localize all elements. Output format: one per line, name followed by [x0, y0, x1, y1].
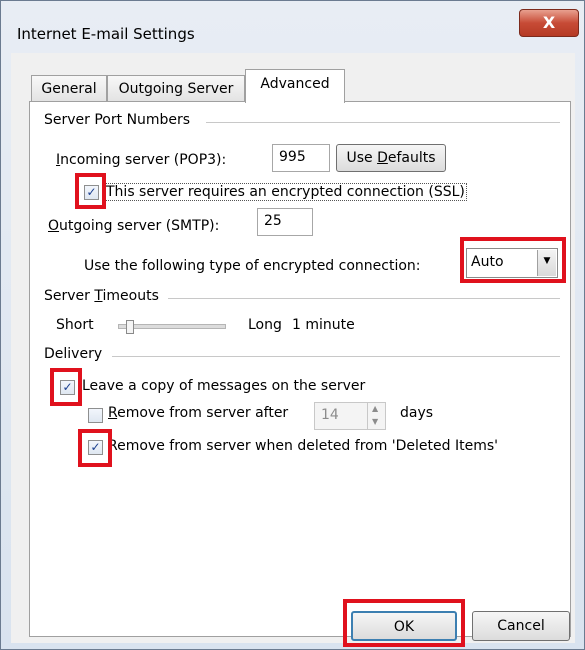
close-icon: X: [542, 13, 556, 32]
server-port-numbers-heading: Server Port Numbers: [44, 112, 191, 128]
remove-after-label[interactable]: Remove from server after: [108, 405, 288, 421]
server-timeouts-heading: Server Timeouts: [44, 288, 159, 304]
dialog-body: General Outgoing Server Advanced Server …: [11, 53, 575, 647]
close-button[interactable]: X: [519, 9, 579, 37]
leave-copy-highlight: [50, 368, 82, 406]
divider: [112, 356, 560, 357]
encryption-type-label: Use the following type of encrypted conn…: [84, 258, 421, 274]
tab-outgoing-server[interactable]: Outgoing Server: [107, 75, 245, 101]
timeout-slider-thumb[interactable]: [126, 320, 134, 334]
remove-deleted-label[interactable]: Remove from server when deleted from 'De…: [108, 438, 498, 454]
ssl-highlight: [75, 173, 106, 209]
remove-after-checkbox[interactable]: [88, 408, 103, 423]
days-spinner[interactable]: ▲ ▼: [367, 402, 386, 430]
window-title: Internet E-mail Settings: [17, 25, 195, 43]
advanced-panel: Server Port Numbers Incoming server (POP…: [29, 101, 571, 637]
delivery-heading: Delivery: [44, 346, 103, 362]
tab-advanced[interactable]: Advanced: [245, 69, 345, 103]
spin-down-icon[interactable]: ▼: [372, 417, 378, 426]
timeout-value: 1 minute: [292, 317, 355, 333]
ok-highlight: [343, 599, 465, 647]
incoming-server-label-text: ncoming server (POP3):: [60, 152, 227, 168]
use-defaults-button[interactable]: Use Defaults: [336, 144, 446, 172]
internet-email-settings-dialog: Internet E-mail Settings X General Outgo…: [0, 0, 585, 650]
title-bar: Internet E-mail Settings X: [1, 1, 585, 55]
spin-up-icon[interactable]: ▲: [372, 404, 378, 413]
timeout-long-label: Long: [248, 317, 282, 333]
days-unit-label: days: [400, 405, 434, 421]
remove-deleted-highlight: [78, 429, 112, 467]
timeout-slider-track[interactable]: [118, 324, 226, 329]
incoming-port-input[interactable]: 995: [272, 144, 330, 172]
remove-after-days-value: 14: [321, 407, 339, 423]
incoming-server-label: Incoming server (POP3):: [56, 152, 227, 168]
divider: [206, 122, 560, 123]
divider: [168, 298, 560, 299]
cancel-button[interactable]: Cancel: [472, 611, 570, 641]
outgoing-port-input[interactable]: 25: [257, 208, 313, 236]
timeout-short-label: Short: [56, 317, 94, 333]
ssl-checkbox-label[interactable]: This server requires an encrypted connec…: [104, 183, 467, 201]
outgoing-server-label: Outgoing server (SMTP):: [48, 218, 220, 234]
encryption-highlight: [460, 237, 566, 283]
leave-copy-label[interactable]: Leave a copy of messages on the server: [82, 378, 365, 394]
tab-general[interactable]: General: [31, 75, 107, 101]
